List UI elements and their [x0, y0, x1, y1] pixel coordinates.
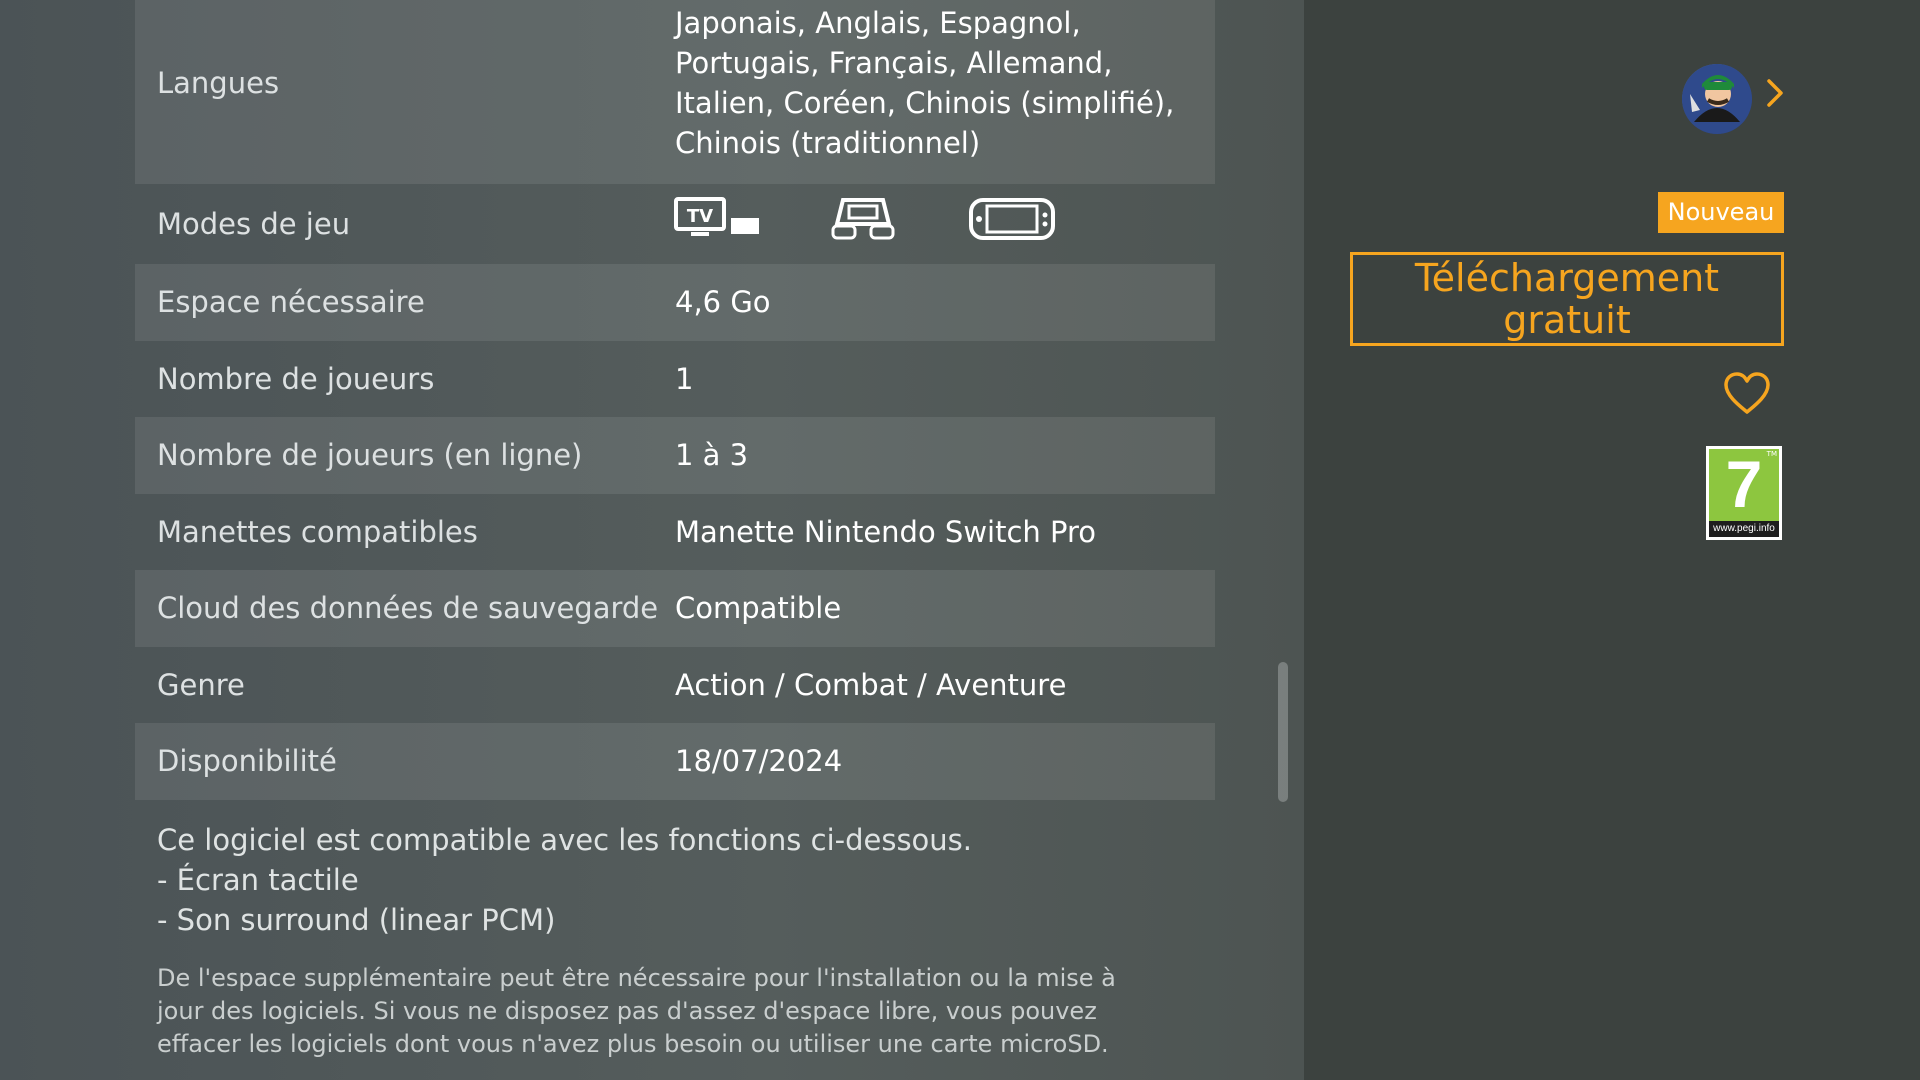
row-label: Langues [157, 66, 280, 100]
row-label: Modes de jeu [157, 207, 351, 241]
details-pane: Langues Japonais, Anglais, Espagnol, Por… [0, 0, 1304, 1080]
row-controllers: Manettes compatibles Manette Nintendo Sw… [135, 494, 1215, 571]
chevron-right-icon[interactable] [1765, 78, 1785, 112]
details-table: Langues Japonais, Anglais, Espagnol, Por… [135, 0, 1215, 800]
pegi-rating-panel: 7 TM [1709, 447, 1779, 521]
row-value: 1 [675, 361, 694, 396]
row-value: 4,6 Go [675, 285, 771, 320]
row-value: 1 à 3 [675, 438, 749, 473]
pegi-url: www.pegi.info [1709, 521, 1779, 537]
wishlist-heart-icon[interactable] [1722, 370, 1772, 420]
languages-value: Japonais, Anglais, Espagnol, Portugais, … [675, 0, 1215, 163]
row-value: Manette Nintendo Switch Pro [675, 514, 1097, 549]
row-value: Compatible [675, 591, 842, 626]
languages-line: Chinois (traditionnel) [675, 126, 981, 160]
row-label: Cloud des données de sauvegarde [157, 591, 659, 626]
languages-line: Italien, Coréen, Chinois (simplifié), [675, 86, 1175, 120]
row-cloud-save: Cloud des données de sauvegarde Compatib… [135, 570, 1215, 647]
play-modes: TV [673, 196, 1215, 252]
row-label: Nombre de joueurs [157, 361, 435, 396]
free-download-button[interactable]: Téléchargement gratuit [1350, 252, 1784, 346]
row-storage: Espace nécessaire 4,6 Go [135, 264, 1215, 341]
purchase-sidebar [1304, 0, 1920, 1080]
row-players: Nombre de joueurs 1 [135, 341, 1215, 418]
row-modes: Modes de jeu TV [135, 184, 1215, 264]
feature-item: - Écran tactile [157, 863, 359, 897]
features-intro: Ce logiciel est compatible avec les fonc… [157, 823, 973, 857]
storage-disclaimer: De l'espace supplémentaire peut être néc… [157, 964, 1116, 1058]
user-avatar[interactable] [1682, 64, 1752, 134]
languages-line: Japonais, Anglais, Espagnol, [675, 6, 1081, 40]
row-genre: Genre Action / Combat / Aventure [135, 647, 1215, 724]
scrollbar[interactable] [1278, 662, 1288, 802]
row-release-date: Disponibilité 18/07/2024 [135, 723, 1215, 800]
new-badge: Nouveau [1658, 192, 1784, 233]
row-value: Action / Combat / Aventure [675, 667, 1067, 702]
row-label: Nombre de joueurs (en ligne) [157, 438, 583, 473]
languages-line: Portugais, Français, Allemand, [675, 46, 1113, 80]
pegi-rating-badge: 7 TM www.pegi.info [1706, 446, 1782, 540]
feature-item: - Son surround (linear PCM) [157, 903, 556, 937]
tabletop-mode-icon [831, 196, 895, 252]
row-label: Manettes compatibles [157, 514, 478, 549]
tv-mode-icon: TV [673, 196, 763, 252]
row-label: Espace nécessaire [157, 285, 425, 320]
row-online-players: Nombre de joueurs (en ligne) 1 à 3 [135, 417, 1215, 494]
row-label: Genre [157, 667, 245, 702]
tv-text: TV [687, 206, 713, 227]
row-langues: Langues Japonais, Anglais, Espagnol, Por… [135, 0, 1215, 184]
row-label: Disponibilité [157, 744, 337, 779]
row-value: 18/07/2024 [675, 744, 843, 779]
compatibility-notes: Ce logiciel est compatible avec les fonc… [157, 820, 1197, 1061]
pegi-trademark: TM [1766, 450, 1777, 458]
handheld-mode-icon [969, 198, 1055, 250]
